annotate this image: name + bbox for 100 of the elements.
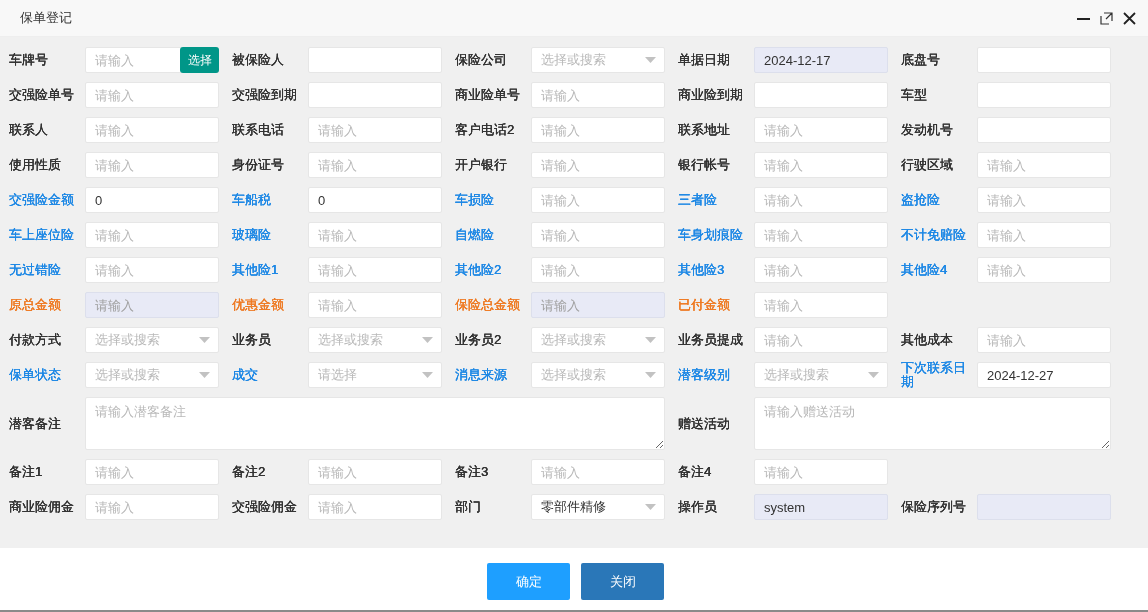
field-label: 其他险2 [455, 263, 502, 277]
field-label: 潜客备注 [9, 416, 61, 431]
confirm-button[interactable]: 确定 [487, 563, 570, 600]
input-field[interactable]: 0 [85, 187, 219, 213]
input-field[interactable]: 请输入 [531, 257, 665, 283]
field-label: 操作员 [678, 500, 717, 514]
maximize-icon[interactable] [1100, 11, 1113, 25]
caret-icon [199, 337, 210, 343]
input-field[interactable]: 请输入 [977, 327, 1111, 353]
input-field[interactable]: 2024-12-27 [977, 362, 1111, 388]
input-field[interactable]: 请输入 [308, 117, 442, 143]
input-field[interactable] [977, 82, 1111, 108]
input-field[interactable]: 请输入 [85, 257, 219, 283]
input-field[interactable] [977, 117, 1111, 143]
dropdown[interactable]: 选择或搜索 [754, 362, 888, 388]
field-label: 备注1 [9, 465, 43, 479]
input-field[interactable]: 请输入 [531, 82, 665, 108]
input-field[interactable]: 请输入 [531, 152, 665, 178]
input-field[interactable]: 请输入 [754, 152, 888, 178]
input-field[interactable]: 请输入 [85, 494, 219, 520]
input-field[interactable]: 请输入 [754, 327, 888, 353]
field-label: 银行帐号 [678, 158, 730, 172]
input-field[interactable]: 请输入 [308, 257, 442, 283]
field-label: 车上座位险 [9, 228, 74, 242]
input-field[interactable]: 请输入 [754, 459, 888, 485]
select-button[interactable]: 选择 [180, 47, 219, 73]
input-field[interactable]: 请输入 [85, 82, 219, 108]
field-label: 消息来源 [455, 368, 507, 382]
input-field[interactable]: 0 [308, 187, 442, 213]
caret-icon [422, 372, 433, 378]
field-label: 行驶区域 [901, 158, 953, 172]
caret-icon [645, 504, 656, 510]
dropdown[interactable]: 选择或搜索 [531, 47, 665, 73]
input-field[interactable] [308, 82, 442, 108]
field-label: 备注3 [455, 465, 489, 479]
input-field[interactable]: 请输入 [531, 187, 665, 213]
field-label: 使用性质 [9, 158, 61, 172]
input-field[interactable]: 请输入 [308, 292, 442, 318]
field-label: 赠送活动 [678, 416, 730, 431]
field-label: 备注4 [678, 465, 712, 479]
field-label: 玻璃险 [232, 228, 271, 242]
input-field[interactable]: 请输入 [754, 292, 888, 318]
input-field[interactable]: 请输入 [308, 494, 442, 520]
dropdown[interactable]: 请选择 [308, 362, 442, 388]
dropdown[interactable]: 选择或搜索 [531, 327, 665, 353]
field-label: 其他险1 [232, 263, 279, 277]
input-field[interactable]: 请输入 [531, 222, 665, 248]
field-label: 业务员2 [455, 333, 502, 347]
input-field[interactable]: 请输入 [754, 257, 888, 283]
input-field[interactable]: 请输入 [977, 222, 1111, 248]
field-label: 其他险3 [678, 263, 725, 277]
input-field[interactable]: 请输入 [85, 459, 219, 485]
field-label: 保单状态 [9, 368, 61, 382]
caret-icon [199, 372, 210, 378]
field-label: 交强险佣金 [232, 500, 297, 514]
caret-icon [422, 337, 433, 343]
field-label: 其他险4 [901, 263, 948, 277]
input-field[interactable]: 请输入 [85, 152, 219, 178]
textarea-field[interactable]: 请输入赠送活动 [754, 397, 1111, 450]
field-label: 客户电话2 [455, 123, 515, 137]
input-field[interactable] [754, 82, 888, 108]
field-label: 下次联系日期 [901, 361, 967, 389]
input-field[interactable]: 请输入 [754, 187, 888, 213]
input-field[interactable]: 请输入 [977, 257, 1111, 283]
plate-field[interactable]: 请输入 选择 [85, 47, 219, 73]
field-label: 备注2 [232, 465, 266, 479]
field-label: 盗抢险 [901, 193, 940, 207]
input-field[interactable]: 请输入 [531, 117, 665, 143]
input-field[interactable]: 请输入 [308, 459, 442, 485]
field-label: 保险序列号 [901, 500, 966, 514]
field-label: 不计免赔险 [901, 228, 966, 242]
input-field[interactable]: 请输入 [308, 222, 442, 248]
dropdown[interactable]: 选择或搜索 [308, 327, 442, 353]
dropdown[interactable]: 零部件精修 [531, 494, 665, 520]
input-field[interactable]: 请输入 [977, 187, 1111, 213]
input-field[interactable]: 请输入 [85, 222, 219, 248]
field-label: 业务员 [232, 333, 271, 347]
input-field[interactable]: 请输入 [85, 117, 219, 143]
field-label: 联系人 [9, 123, 48, 137]
dropdown[interactable]: 选择或搜索 [531, 362, 665, 388]
field-label: 自燃险 [455, 228, 494, 242]
field-label: 车牌号 [9, 53, 48, 67]
dropdown[interactable]: 选择或搜索 [85, 362, 219, 388]
field-label: 单据日期 [678, 53, 730, 67]
input-field[interactable] [308, 47, 442, 73]
close-button[interactable]: 关闭 [581, 563, 664, 600]
input-field[interactable]: 请输入 [754, 222, 888, 248]
close-icon[interactable] [1123, 11, 1136, 25]
input-field[interactable]: 请输入 [754, 117, 888, 143]
input-field[interactable]: 请输入 [308, 152, 442, 178]
field-label: 交强险到期 [232, 88, 297, 102]
dropdown[interactable]: 选择或搜索 [85, 327, 219, 353]
input-field[interactable]: 请输入 [531, 459, 665, 485]
textarea-field[interactable]: 请输入潜客备注 [85, 397, 665, 450]
input-field[interactable] [977, 47, 1111, 73]
caret-icon [645, 337, 656, 343]
input-field[interactable]: 请输入 [977, 152, 1111, 178]
field-label: 业务员提成 [678, 333, 743, 347]
field-label: 交强险金额 [9, 193, 74, 207]
field-label: 商业险到期 [678, 88, 743, 102]
